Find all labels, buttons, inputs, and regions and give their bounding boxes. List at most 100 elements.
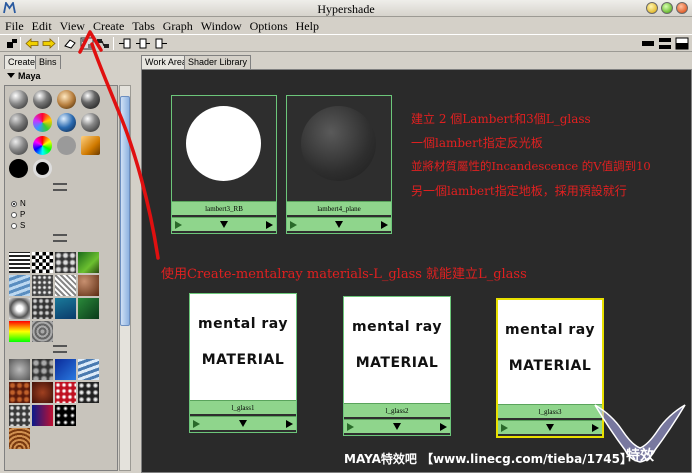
play-outline-icon[interactable] bbox=[175, 221, 182, 229]
menu-tabs[interactable]: Tabs bbox=[127, 18, 158, 34]
maya-section-header[interactable]: Maya bbox=[4, 71, 132, 83]
tab-bins[interactable]: Bins bbox=[35, 55, 61, 69]
graph-network-icon[interactable] bbox=[96, 37, 110, 50]
stucco-texture-swatch[interactable] bbox=[32, 405, 53, 426]
menu-view[interactable]: View bbox=[55, 18, 88, 34]
phong-e-swatch[interactable] bbox=[81, 113, 100, 132]
maximize-button[interactable] bbox=[661, 2, 673, 14]
volume-noise-texture-swatch[interactable] bbox=[55, 405, 76, 426]
solid-fractal-texture-swatch[interactable] bbox=[9, 405, 30, 426]
layout-top-icon[interactable] bbox=[641, 37, 655, 50]
lambert-swatch[interactable] bbox=[81, 90, 100, 109]
phong-swatch[interactable] bbox=[57, 113, 76, 132]
input-output-connections-icon[interactable] bbox=[136, 37, 150, 50]
hair-tube-shader-swatch[interactable] bbox=[57, 90, 76, 109]
input-connections-icon[interactable] bbox=[118, 37, 132, 50]
surface-shader-swatch[interactable] bbox=[57, 136, 76, 155]
ramp-texture-swatch[interactable] bbox=[9, 321, 30, 342]
cloth-texture-swatch[interactable] bbox=[55, 252, 76, 273]
menu-file[interactable]: File bbox=[0, 18, 27, 34]
play-icon[interactable] bbox=[381, 221, 388, 229]
rock-texture-swatch[interactable] bbox=[55, 382, 76, 403]
radio-projection[interactable]: P bbox=[11, 210, 25, 219]
menu-help[interactable]: Help bbox=[291, 18, 322, 34]
minimize-button[interactable] bbox=[646, 2, 658, 14]
section-divider-icon[interactable] bbox=[53, 345, 67, 353]
bulge-texture-swatch[interactable] bbox=[9, 252, 30, 273]
play-outline-icon[interactable] bbox=[347, 423, 354, 431]
marble-texture-swatch[interactable] bbox=[32, 382, 53, 403]
dropdown-arrow-icon[interactable] bbox=[546, 424, 554, 431]
radio-normal[interactable]: N bbox=[11, 199, 26, 208]
node-label: l_glass1 bbox=[190, 400, 296, 414]
layered-shader-swatch[interactable] bbox=[9, 113, 28, 132]
ocean-texture-swatch[interactable] bbox=[55, 298, 76, 319]
play-outline-icon[interactable] bbox=[290, 221, 297, 229]
psd-file-swatch[interactable] bbox=[78, 298, 99, 319]
noise-texture-swatch[interactable] bbox=[32, 298, 53, 319]
menu-options[interactable]: Options bbox=[245, 18, 291, 34]
arrow-left-icon[interactable] bbox=[25, 37, 39, 50]
radio-dot-icon bbox=[11, 222, 17, 229]
dropdown-arrow-icon[interactable] bbox=[239, 420, 247, 427]
checker-texture-swatch[interactable] bbox=[32, 252, 53, 273]
mountain-texture-swatch[interactable] bbox=[78, 275, 99, 296]
layout-split-icon[interactable] bbox=[658, 37, 672, 50]
panel-scrollbar[interactable] bbox=[119, 85, 131, 471]
leather-texture-swatch[interactable] bbox=[9, 382, 30, 403]
shading-map-swatch[interactable] bbox=[33, 136, 52, 155]
shader-node-lambert3[interactable]: lambert3_RB bbox=[171, 95, 277, 234]
black-sphere-swatch[interactable] bbox=[9, 159, 28, 178]
play-icon[interactable] bbox=[440, 423, 447, 431]
file-texture-swatch[interactable] bbox=[78, 252, 99, 273]
graph-materials-icon[interactable] bbox=[80, 37, 94, 50]
water-texture-swatch[interactable] bbox=[32, 321, 53, 342]
cloud-texture-swatch[interactable] bbox=[32, 359, 53, 380]
brownian-texture-swatch[interactable] bbox=[9, 359, 30, 380]
movie-texture-swatch[interactable] bbox=[9, 298, 30, 319]
arrow-right-icon[interactable] bbox=[42, 37, 56, 50]
shader-node-l-glass2[interactable]: mental ray MATERIAL l_glass2 bbox=[343, 296, 451, 436]
menu-create[interactable]: Create bbox=[88, 18, 127, 34]
ocean-shader-swatch[interactable] bbox=[33, 113, 52, 132]
wood-texture-swatch[interactable] bbox=[9, 428, 30, 449]
swatch-text-line1: mental ray bbox=[198, 316, 288, 332]
section-divider-icon[interactable] bbox=[53, 183, 67, 191]
tab-create[interactable]: Create bbox=[4, 55, 40, 69]
grid-texture-swatch[interactable] bbox=[55, 275, 76, 296]
toggle-panel-icon[interactable] bbox=[5, 37, 19, 50]
node-controls bbox=[344, 419, 450, 433]
dropdown-arrow-icon[interactable] bbox=[393, 423, 401, 430]
node-controls bbox=[287, 217, 391, 231]
anisotropic-swatch[interactable] bbox=[9, 90, 28, 109]
play-outline-icon[interactable] bbox=[501, 424, 508, 432]
play-icon[interactable] bbox=[286, 420, 293, 428]
granite-texture-swatch[interactable] bbox=[78, 359, 99, 380]
tab-shader-library[interactable]: Shader Library bbox=[184, 55, 252, 69]
shader-node-l-glass1[interactable]: mental ray MATERIAL l_glass1 bbox=[189, 293, 297, 433]
menu-window[interactable]: Window bbox=[196, 18, 245, 34]
play-icon[interactable] bbox=[266, 221, 273, 229]
layout-bottom-icon[interactable] bbox=[675, 37, 689, 50]
snow-texture-swatch[interactable] bbox=[78, 382, 99, 403]
dropdown-arrow-icon[interactable] bbox=[335, 221, 343, 228]
blinn-swatch[interactable] bbox=[33, 90, 52, 109]
ramp-shader-swatch[interactable] bbox=[9, 136, 28, 155]
menu-edit[interactable]: Edit bbox=[27, 18, 55, 34]
menu-graph[interactable]: Graph bbox=[158, 18, 196, 34]
ring-sphere-swatch[interactable] bbox=[33, 159, 52, 178]
fractal-texture-swatch[interactable] bbox=[32, 275, 53, 296]
fluid-texture-swatch[interactable] bbox=[9, 275, 30, 296]
shader-node-l-glass3[interactable]: mental ray MATERIAL l_glass3 bbox=[496, 298, 604, 438]
play-outline-icon[interactable] bbox=[193, 420, 200, 428]
section-divider-icon[interactable] bbox=[53, 234, 67, 242]
scrollbar-thumb[interactable] bbox=[120, 96, 130, 326]
radio-stencil[interactable]: S bbox=[11, 221, 25, 230]
use-background-swatch[interactable] bbox=[81, 136, 100, 155]
crater-texture-swatch[interactable] bbox=[55, 359, 76, 380]
output-connections-icon[interactable] bbox=[154, 37, 168, 50]
dropdown-arrow-icon[interactable] bbox=[220, 221, 228, 228]
eraser-icon[interactable] bbox=[63, 37, 77, 50]
close-button[interactable] bbox=[676, 2, 688, 14]
shader-node-lambert4[interactable]: lambert4_plane bbox=[286, 95, 392, 234]
